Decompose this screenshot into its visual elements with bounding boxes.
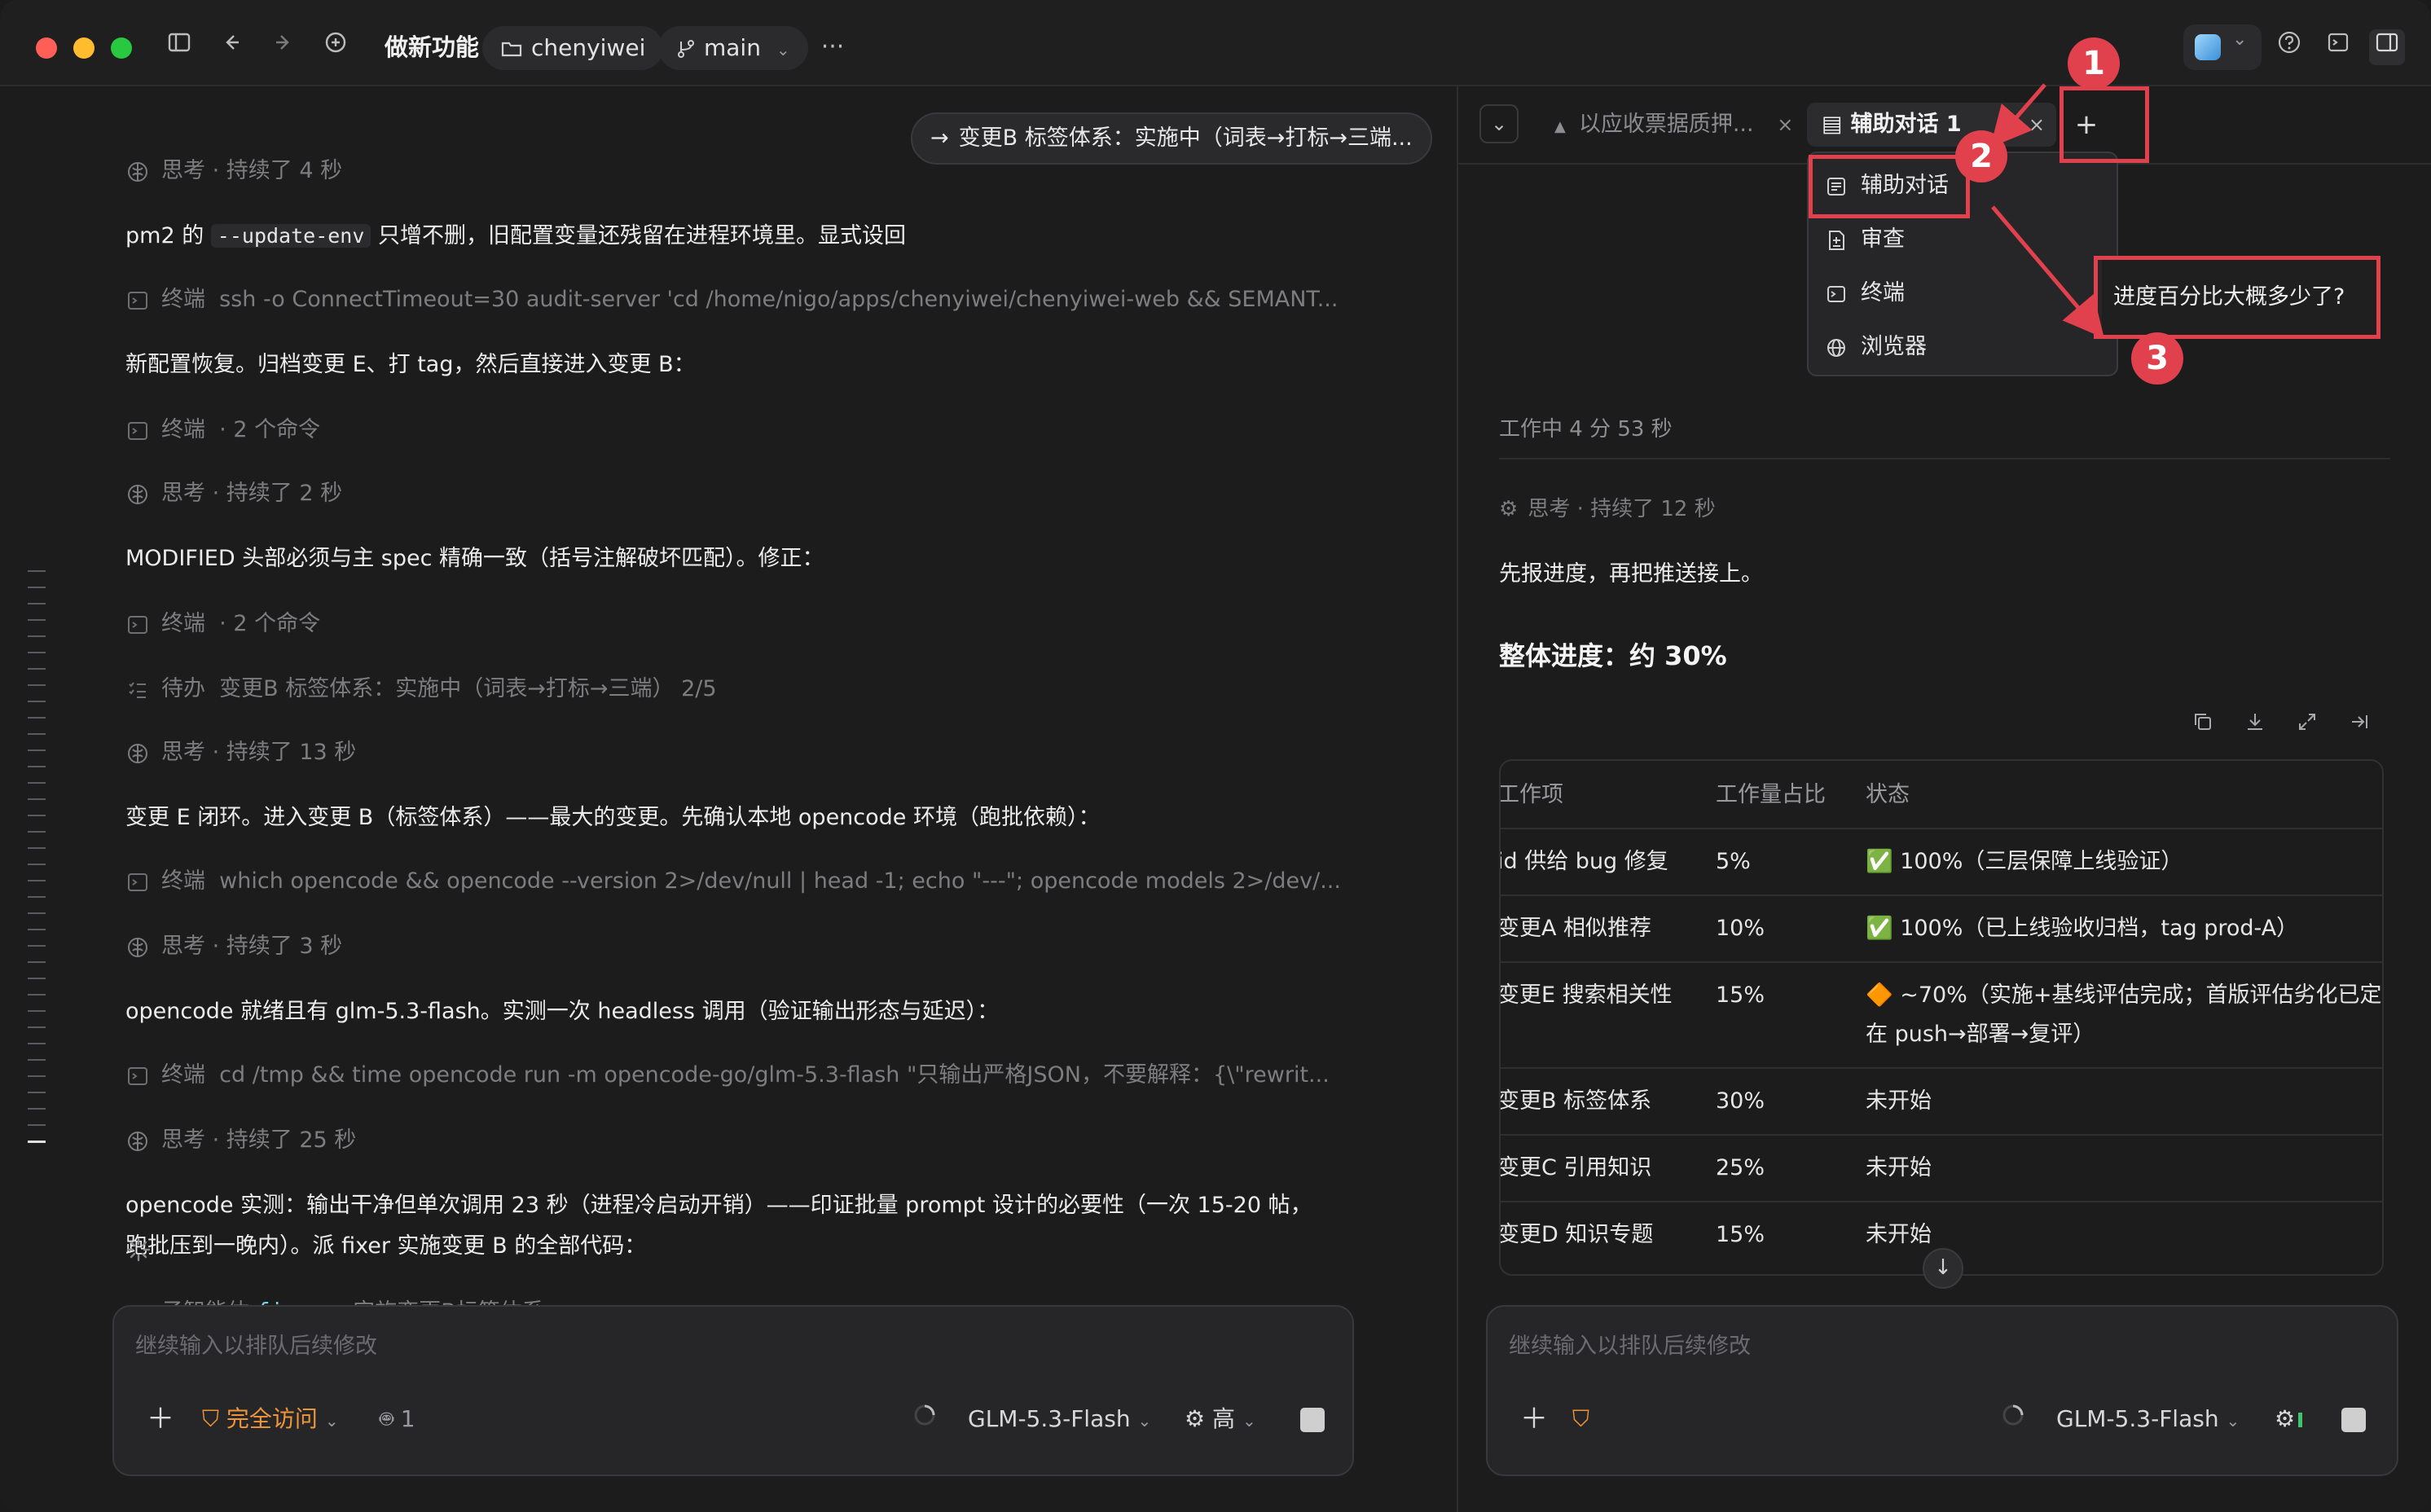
right-composer: 继续输入以排队后续修改 ＋ ⛉ GLM-5.3-Flash ⌄ ⚙︎ <box>1486 1305 2398 1476</box>
annotation-arrows <box>1989 83 2104 339</box>
brain-icon: ⚙︎ <box>2275 1405 2296 1432</box>
scroll-to-bottom-button[interactable]: ↓ <box>1923 1248 1963 1289</box>
annotation-badge-1: 1 <box>2068 37 2120 90</box>
model-selector[interactable]: GLM-5.3-Flash ⌄ <box>2056 1403 2240 1437</box>
annotation-badge-3: 3 <box>2131 332 2183 385</box>
right-message-input[interactable]: 继续输入以排队后续修改 <box>1509 1328 1751 1360</box>
add-attachment-button[interactable]: ＋ <box>1520 1403 1548 1435</box>
effort-selector[interactable]: ⚙︎ <box>2275 1403 2303 1435</box>
stop-button[interactable] <box>2341 1408 2366 1432</box>
annotation-badge-2: 2 <box>1955 130 2007 182</box>
model-label: GLM-5.3-Flash <box>2056 1405 2219 1432</box>
app-window: 做新功能 chenyiwei main ⌄ ··· ⌄ 思考 · 持续了 4 秒… <box>0 0 2431 1512</box>
context-progress-icon <box>2001 1403 2025 1436</box>
shield-icon[interactable]: ⛉ <box>1572 1403 1589 1435</box>
chevron-down-icon: ⌄ <box>2226 1411 2240 1431</box>
effort-level-indicator <box>2298 1413 2303 1427</box>
